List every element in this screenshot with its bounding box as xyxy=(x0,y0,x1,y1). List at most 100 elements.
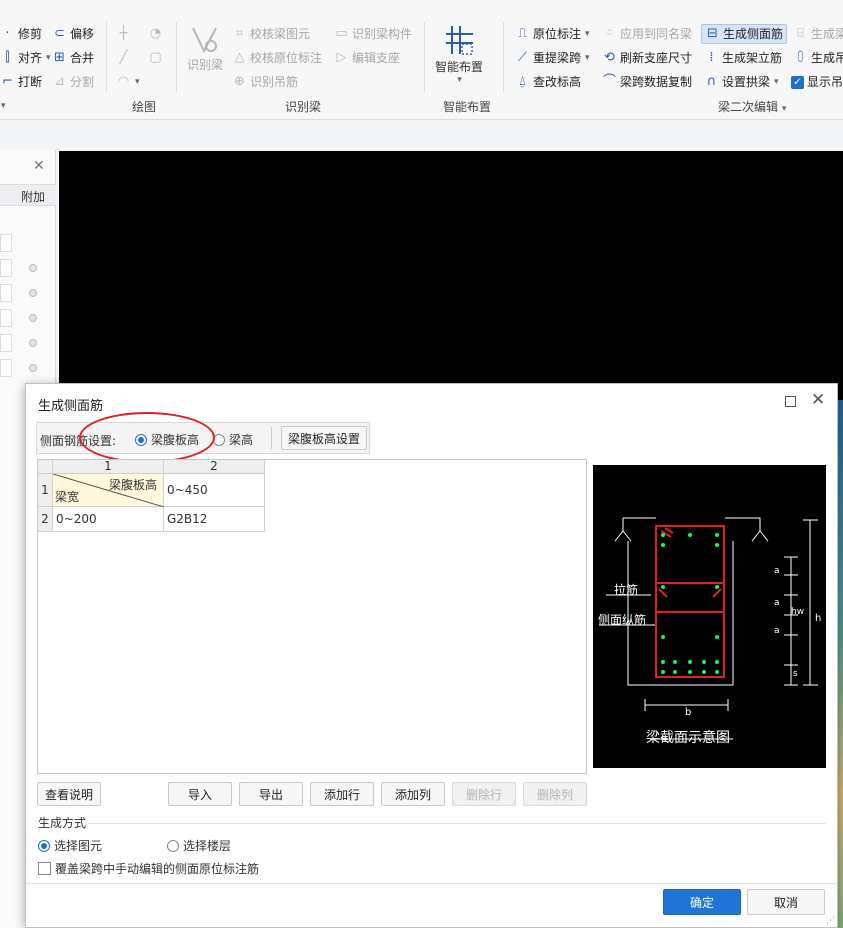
properties-header: 附加 xyxy=(0,184,56,206)
refresh-icon: ⟲ xyxy=(604,50,615,65)
property-toggle[interactable] xyxy=(29,289,37,297)
rect-draw-icon[interactable]: ▢ xyxy=(148,48,163,68)
table-cell[interactable]: G2B12 xyxy=(164,507,265,532)
diagram-caption: 梁截面示意图 xyxy=(646,730,730,746)
tie-bar-label: 拉筋 xyxy=(614,583,639,597)
table-cell[interactable]: 0~200 xyxy=(53,507,164,532)
property-row[interactable] xyxy=(0,359,12,377)
overwrite-manual-annotation-checkbox[interactable]: 覆盖梁跨中手动编辑的侧面原位标注筋 xyxy=(38,860,259,877)
property-row[interactable] xyxy=(0,284,12,302)
edit-group-caret[interactable]: ▾ xyxy=(0,96,6,116)
identify-beam-icon xyxy=(192,27,217,54)
diag-bottom-label: 梁宽 xyxy=(55,490,80,504)
origin-annotation-button[interactable]: ⎍ 原位标注 ▾ xyxy=(515,24,590,44)
footer-divider xyxy=(26,883,837,884)
dim-h-label: h xyxy=(815,613,822,624)
arc-draw-icon[interactable]: ◠ ▾ xyxy=(116,72,140,92)
col-header[interactable]: 1 xyxy=(53,460,164,474)
merge-button[interactable]: ⊞ 合并 xyxy=(52,48,94,68)
divider xyxy=(88,823,826,824)
property-row[interactable] xyxy=(0,259,12,277)
set-arch-beam-button[interactable]: ∩ 设置拱梁 ▾ xyxy=(704,72,779,92)
annotation-icon: ⎍ xyxy=(517,26,528,41)
select-floor-radio[interactable]: 选择楼层 xyxy=(167,837,231,854)
identify-beam-group-label: 识别梁 xyxy=(285,100,322,114)
re-extract-span-button[interactable]: ⟋ 重提梁跨 ▾ xyxy=(515,48,590,68)
property-toggle[interactable] xyxy=(29,364,37,372)
table-corner xyxy=(38,460,53,474)
maximize-icon[interactable] xyxy=(785,396,796,407)
diag-top-label: 梁腹板高 xyxy=(108,478,157,492)
delete-row-button[interactable]: 删除行 xyxy=(452,782,516,806)
row-header[interactable]: 2 xyxy=(38,507,53,532)
beam-edit-group-label[interactable]: 梁二次编辑 ▾ xyxy=(718,98,786,115)
draw-group-label: 绘图 xyxy=(132,100,157,114)
gen-side-rebar-button[interactable]: ⊟ 生成侧面筋 xyxy=(701,24,788,44)
check-elevation-button[interactable]: ⍙ 查改标高 xyxy=(515,72,581,92)
dim-hw-label: hw xyxy=(791,607,805,617)
smart-group-label: 智能布置 xyxy=(443,100,492,114)
dim-a-label: a xyxy=(774,626,780,636)
dim-a-label: a xyxy=(774,566,780,576)
apply-same-name-button[interactable]: ⍨ 应用到同名梁 xyxy=(602,24,692,44)
col-header[interactable]: 2 xyxy=(164,460,265,474)
re-extract-icon: ⟋ xyxy=(517,50,528,65)
close-icon[interactable]: ✕ xyxy=(811,390,825,410)
property-toggle[interactable] xyxy=(29,314,37,322)
generation-mode-label: 生成方式 xyxy=(38,816,87,830)
check-origin-annotation-button[interactable]: △ 校核原位标注 xyxy=(232,48,323,68)
cancel-button[interactable]: 取消 xyxy=(747,889,825,915)
hanger-icon: ⩇ xyxy=(797,50,804,65)
span-copy-icon: ⌒ xyxy=(602,74,616,89)
gen-more-button[interactable]: ⌸ 生成梁 xyxy=(793,24,843,44)
rotate-point-icon[interactable]: ◔ xyxy=(148,24,163,44)
gen-stirrup-leg-button[interactable]: ⁞ 生成架立筋 xyxy=(704,48,782,68)
rebar-table: 1 2 1 梁腹板高 梁宽 0~450 2 0~200 G2B12 xyxy=(37,459,587,774)
property-row[interactable] xyxy=(0,234,12,252)
red-highlight-ellipse xyxy=(79,412,215,463)
split-button[interactable]: ⊿ 分割 xyxy=(52,72,94,92)
point-draw-icon[interactable]: ┼ xyxy=(116,24,131,44)
span-copy-button[interactable]: ⌒ 梁跨数据复制 xyxy=(602,72,692,92)
web-height-settings-button[interactable]: 梁腹板高设置 xyxy=(281,426,367,450)
line-draw-icon[interactable]: ╱ xyxy=(116,48,131,68)
identify-beam-component-button[interactable]: ▭ 识别梁构件 xyxy=(334,24,412,44)
beam-height-radio[interactable]: 梁高 xyxy=(213,431,253,448)
select-element-radio[interactable]: 选择图元 xyxy=(38,837,102,854)
property-row[interactable] xyxy=(0,334,12,352)
smart-layout-icon xyxy=(446,26,473,55)
dim-a-label: a xyxy=(774,598,780,608)
trim-button[interactable]: · 修剪 xyxy=(0,24,42,44)
row-header[interactable]: 1 xyxy=(38,474,53,507)
table-cell[interactable]: 0~450 xyxy=(164,474,265,507)
align-button[interactable]: ⫿ 对齐 ▾ xyxy=(0,48,50,68)
split-icon: ⊿ xyxy=(54,74,65,89)
resize-grip-icon[interactable]: ⋰ xyxy=(826,916,835,926)
check-beam-element-button[interactable]: ⌗ 校核梁图元 xyxy=(232,24,310,44)
identify-hanger-button[interactable]: ⊕ 识别吊筋 xyxy=(232,72,298,92)
gen-hanger-button[interactable]: ⩇ 生成吊 xyxy=(793,48,843,68)
refresh-support-button[interactable]: ⟲ 刷新支座尺寸 xyxy=(602,48,692,68)
view-description-button[interactable]: 查看说明 xyxy=(37,782,101,806)
property-toggle[interactable] xyxy=(29,264,37,272)
identify-beam-big-button[interactable]: 识别梁 xyxy=(184,24,226,73)
add-row-button[interactable]: 添加行 xyxy=(310,782,374,806)
delete-column-button[interactable]: 删除列 xyxy=(523,782,587,806)
dim-s-label: s xyxy=(793,669,798,679)
break-icon: ⌐ xyxy=(2,74,13,89)
property-toggle[interactable] xyxy=(29,339,37,347)
add-column-button[interactable]: 添加列 xyxy=(381,782,445,806)
gen-side-rebar-dialog: 生成侧面筋 ✕ 侧面钢筋设置: 梁腹板高 梁高 梁腹板高设置 1 2 1 梁腹板… xyxy=(25,383,838,928)
break-button[interactable]: ⌐ 打断 xyxy=(0,72,42,92)
import-button[interactable]: 导入 xyxy=(168,782,232,806)
property-row[interactable] xyxy=(0,309,12,327)
panel-close-icon[interactable]: ✕ xyxy=(33,158,45,174)
trim-icon: · xyxy=(5,26,10,41)
edit-support-button[interactable]: ▷ 编辑支座 xyxy=(334,48,401,68)
offset-button[interactable]: ⊂ 偏移 xyxy=(52,24,94,44)
show-hanger-checkbox[interactable]: ✓ 显示吊 xyxy=(791,72,843,92)
export-button[interactable]: 导出 xyxy=(239,782,303,806)
offset-icon: ⊂ xyxy=(54,26,65,41)
ok-button[interactable]: 确定 xyxy=(663,889,741,915)
smart-layout-big-button[interactable]: 智能布置 ▾ xyxy=(432,24,486,85)
